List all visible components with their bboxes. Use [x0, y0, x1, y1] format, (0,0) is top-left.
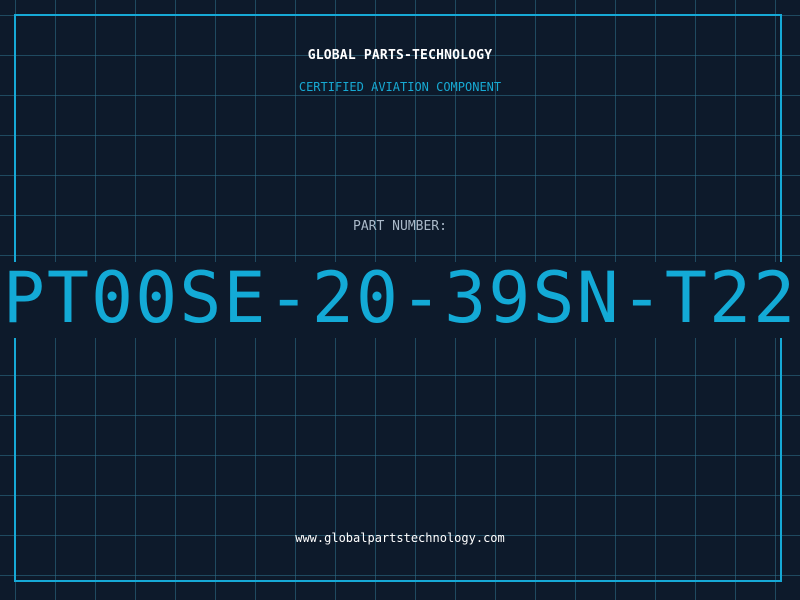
- website-url: www.globalpartstechnology.com: [295, 531, 505, 545]
- part-number-label: PART NUMBER:: [353, 219, 447, 234]
- part-number-value: PT00SE-20-39SN-T22: [2, 262, 798, 338]
- certification-subtitle: CERTIFIED AVIATION COMPONENT: [298, 80, 502, 94]
- part-number-band: PT00SE-20-39SN-T22: [0, 262, 800, 338]
- part-label-page: GLOBAL PARTS-TECHNOLOGY CERTIFIED AVIATI…: [0, 0, 800, 600]
- company-name: GLOBAL PARTS-TECHNOLOGY: [307, 48, 493, 63]
